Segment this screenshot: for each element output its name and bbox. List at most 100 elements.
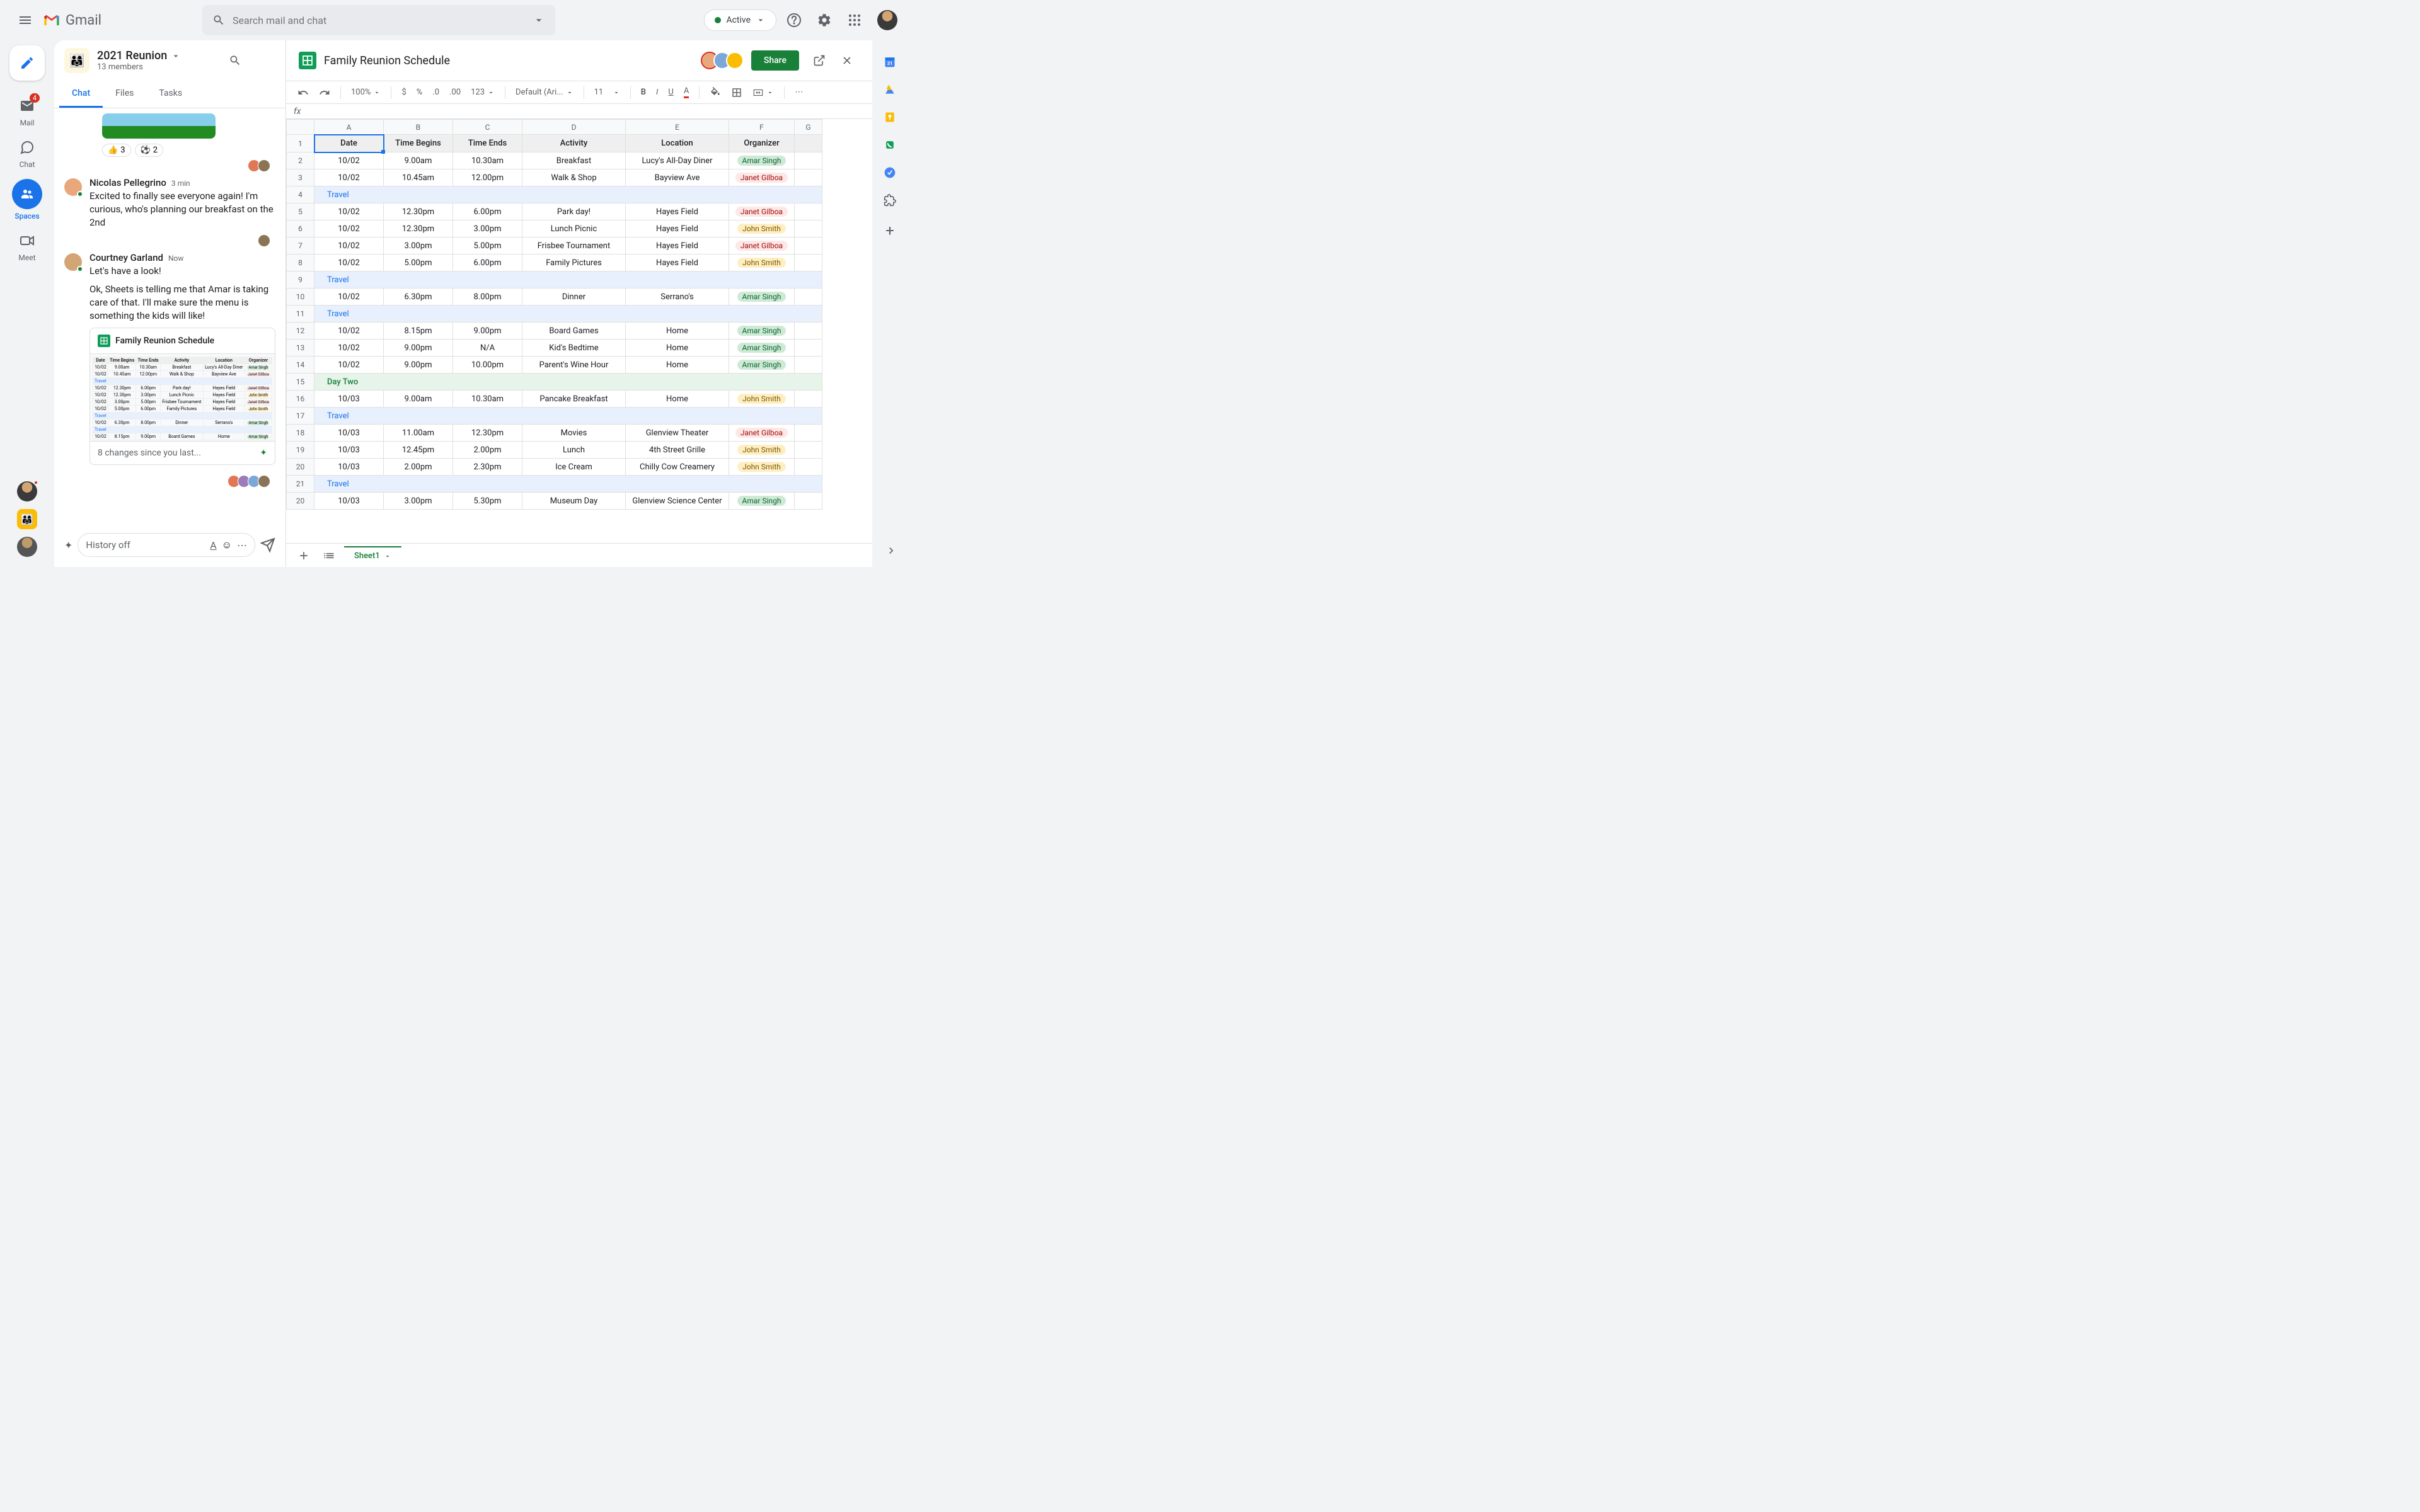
cell[interactable]: 10/03 xyxy=(314,493,384,510)
cell[interactable]: 2.00pm xyxy=(384,459,453,476)
cell[interactable]: 10/03 xyxy=(314,425,384,442)
col-header[interactable]: F xyxy=(729,120,795,135)
row-header[interactable]: 20 xyxy=(287,459,314,476)
cell[interactable]: Travel xyxy=(314,272,822,289)
row-header[interactable]: 1 xyxy=(287,135,314,152)
cell[interactable]: Lunch xyxy=(522,442,626,459)
cell[interactable]: 10.30am xyxy=(453,152,522,169)
cell[interactable]: 10/02 xyxy=(314,357,384,374)
col-header[interactable]: D xyxy=(522,120,626,135)
cell[interactable]: Hayes Field xyxy=(626,255,729,272)
cell[interactable]: Frisbee Tournament xyxy=(522,238,626,255)
status-chip[interactable]: Active xyxy=(704,9,776,31)
reaction-thumbsup[interactable]: 👍3 xyxy=(102,144,131,157)
cell[interactable] xyxy=(795,323,822,340)
keep-sidebar-button[interactable] xyxy=(884,111,896,123)
cell[interactable]: Travel xyxy=(314,476,822,493)
row-header[interactable]: 11 xyxy=(287,306,314,323)
col-header[interactable]: C xyxy=(453,120,522,135)
nav-spaces[interactable]: Spaces xyxy=(7,174,47,226)
percent-button[interactable]: % xyxy=(413,85,427,100)
addons-sidebar-button[interactable] xyxy=(884,194,896,207)
cell[interactable]: 12.00pm xyxy=(453,169,522,186)
underline-button[interactable]: U xyxy=(664,85,677,100)
row-header[interactable]: 12 xyxy=(287,323,314,340)
space-search-button[interactable] xyxy=(222,48,248,73)
cell[interactable]: Amar Singh xyxy=(729,152,795,169)
chat-image-preview[interactable] xyxy=(102,113,216,139)
cell[interactable]: Parent's Wine Hour xyxy=(522,357,626,374)
cell[interactable]: 3.00pm xyxy=(384,493,453,510)
fill-color-button[interactable] xyxy=(706,84,725,101)
settings-button[interactable] xyxy=(812,8,837,33)
font-size-dropdown[interactable]: 11 xyxy=(591,85,624,100)
cell[interactable]: Glenview Science Center xyxy=(626,493,729,510)
cell[interactable] xyxy=(795,203,822,220)
decrease-decimal-button[interactable]: .0 xyxy=(429,85,443,100)
cell[interactable]: Kid's Bedtime xyxy=(522,340,626,357)
space-title[interactable]: 2021 Reunion xyxy=(97,49,215,62)
cell[interactable]: 3.00pm xyxy=(384,238,453,255)
row-header[interactable]: 8 xyxy=(287,255,314,272)
row-header[interactable]: 15 xyxy=(287,374,314,391)
cell[interactable]: Organizer xyxy=(729,135,795,152)
smart-compose-icon[interactable]: ✦ xyxy=(64,539,72,551)
col-header[interactable]: G xyxy=(795,120,822,135)
cell[interactable]: 12.30pm xyxy=(453,425,522,442)
cell[interactable]: Lunch Picnic xyxy=(522,220,626,238)
cell[interactable]: Home xyxy=(626,323,729,340)
gmail-logo[interactable]: Gmail xyxy=(43,11,101,29)
cell[interactable]: 12.30pm xyxy=(384,220,453,238)
cell[interactable]: 2.30pm xyxy=(453,459,522,476)
row-header[interactable]: 10 xyxy=(287,289,314,306)
cell[interactable]: 4th Street Grille xyxy=(626,442,729,459)
row-header[interactable]: 18 xyxy=(287,425,314,442)
row-header[interactable]: 4 xyxy=(287,186,314,203)
cell[interactable] xyxy=(795,220,822,238)
cell[interactable]: Museum Day xyxy=(522,493,626,510)
search-input[interactable] xyxy=(233,14,533,26)
cell[interactable]: 9.00am xyxy=(384,391,453,408)
cell[interactable]: Home xyxy=(626,357,729,374)
cell[interactable]: Pancake Breakfast xyxy=(522,391,626,408)
increase-decimal-button[interactable]: .00 xyxy=(446,85,464,100)
cell[interactable]: Breakfast xyxy=(522,152,626,169)
cell[interactable]: 10/02 xyxy=(314,220,384,238)
cell[interactable]: Amar Singh xyxy=(729,340,795,357)
cell[interactable]: 6.30pm xyxy=(384,289,453,306)
compose-button[interactable] xyxy=(9,45,45,81)
reaction-soccer[interactable]: ⚽2 xyxy=(135,144,164,157)
cell[interactable] xyxy=(795,459,822,476)
col-header[interactable]: A xyxy=(314,120,384,135)
cell[interactable]: Activity xyxy=(522,135,626,152)
cell[interactable]: Ice Cream xyxy=(522,459,626,476)
cell[interactable] xyxy=(795,289,822,306)
row-header[interactable]: 9 xyxy=(287,272,314,289)
sheet-attachment-card[interactable]: Family Reunion Schedule DateTime BeginsT… xyxy=(89,328,275,465)
row-header[interactable]: 6 xyxy=(287,220,314,238)
spreadsheet-grid[interactable]: ABCDEFG1DateTime BeginsTime EndsActivity… xyxy=(286,119,822,510)
cell[interactable] xyxy=(795,493,822,510)
cell[interactable] xyxy=(795,425,822,442)
more-icon[interactable]: ⋯ xyxy=(237,539,247,551)
chat-shortcut-3[interactable] xyxy=(17,537,37,557)
cell[interactable]: 6.00pm xyxy=(453,203,522,220)
cell[interactable]: 5.30pm xyxy=(453,493,522,510)
cell[interactable] xyxy=(795,391,822,408)
cell[interactable]: John Smith xyxy=(729,391,795,408)
row-header[interactable]: 20 xyxy=(287,493,314,510)
cell[interactable] xyxy=(795,169,822,186)
cell[interactable]: 10/02 xyxy=(314,255,384,272)
cell[interactable]: Chilly Cow Creamery xyxy=(626,459,729,476)
cell[interactable]: Dinner xyxy=(522,289,626,306)
row-header[interactable]: 19 xyxy=(287,442,314,459)
row-header[interactable]: 5 xyxy=(287,203,314,220)
cell[interactable]: Time Begins xyxy=(384,135,453,152)
share-button[interactable]: Share xyxy=(751,50,799,71)
cell[interactable] xyxy=(795,152,822,169)
cell[interactable]: Time Ends xyxy=(453,135,522,152)
text-color-button[interactable]: A xyxy=(680,84,693,101)
cell[interactable]: 10/02 xyxy=(314,152,384,169)
borders-button[interactable] xyxy=(727,84,746,101)
tasks-sidebar-button-2[interactable] xyxy=(884,166,896,179)
